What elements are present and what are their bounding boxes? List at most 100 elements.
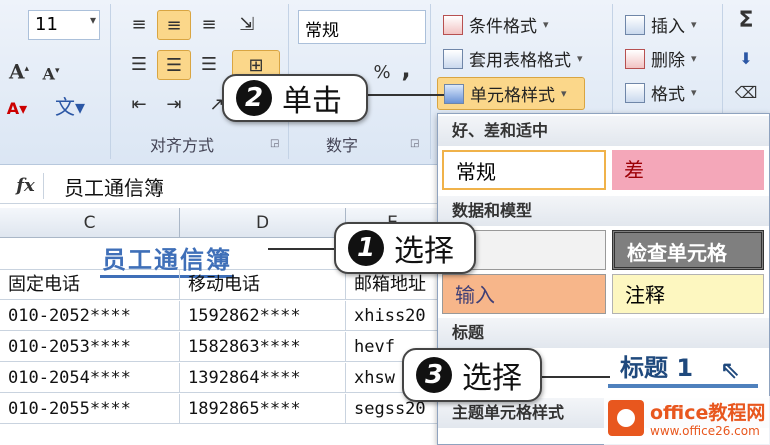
step-text: 选择	[394, 234, 454, 269]
insert-function-icon[interactable]: fx	[8, 173, 44, 199]
callout-leader-3	[536, 376, 610, 378]
style-normal[interactable]: 常规	[442, 150, 606, 190]
phonetic-icon[interactable]: 文▾	[50, 94, 90, 120]
header-cell[interactable]: 邮箱地址	[346, 270, 440, 300]
align-center-icon[interactable]: ☰	[157, 50, 191, 80]
group-label-number: 数字	[326, 136, 359, 155]
number-format-value: 常规	[305, 21, 339, 41]
mobile-cell[interactable]: 1592862****	[180, 301, 346, 331]
table-format-icon	[443, 48, 463, 69]
conditional-format-button[interactable]: 条件格式 ▾	[443, 12, 549, 37]
chevron-down-icon: ▾	[561, 87, 567, 100]
mobile-cell[interactable]: 1892865****	[180, 394, 346, 424]
conditional-format-icon	[443, 14, 463, 35]
font-size-value: 11	[35, 14, 58, 35]
callout-step-3: 3 选择	[402, 348, 542, 402]
wrap-text-icon[interactable]: ⇲	[230, 10, 264, 40]
chevron-down-icon[interactable]: ▾	[90, 13, 96, 27]
style-heading-1-label: 标题 1	[620, 354, 694, 382]
section-header-good-bad: 好、差和适中	[438, 116, 769, 146]
align-bottom-icon[interactable]: ≡	[192, 10, 226, 40]
comma-button[interactable]: ,	[396, 56, 416, 82]
step-badge: 1	[348, 230, 384, 266]
font-color-icon[interactable]: A▾	[2, 96, 32, 122]
clear-icon[interactable]: ⌫	[734, 80, 758, 106]
chevron-down-icon: ▾	[577, 52, 583, 65]
step-badge: 3	[416, 357, 452, 393]
step-text: 选择	[462, 361, 522, 396]
table-row: 固定电话 移动电话 邮箱地址	[0, 270, 440, 300]
callout-step-2: 2 单击	[222, 74, 368, 122]
delete-button[interactable]: 删除 ▾	[625, 46, 697, 71]
align-top-icon[interactable]: ≡	[122, 10, 156, 40]
decrease-indent-icon[interactable]: ⇤	[122, 90, 156, 120]
mobile-cell[interactable]: 1582863****	[180, 332, 346, 362]
number-format-box[interactable]: 常规	[298, 10, 426, 44]
group-label-alignment: 对齐方式	[150, 136, 215, 155]
section-header-titles: 标题	[438, 318, 769, 348]
chevron-down-icon: ▾	[691, 18, 697, 31]
fill-icon[interactable]: ⬇	[734, 46, 758, 72]
style-heading-1[interactable]: 标题 1 ⇖	[608, 348, 758, 388]
watermark-url: www.office26.com	[650, 424, 760, 438]
step-text: 单击	[282, 84, 342, 119]
header-cell[interactable]: 移动电话	[180, 270, 346, 300]
callout-leader-2	[362, 94, 444, 96]
align-right-icon[interactable]: ☰	[192, 50, 226, 80]
percent-button[interactable]: %	[372, 60, 392, 86]
cell-styles-icon	[444, 83, 464, 104]
align-left-icon[interactable]: ☰	[122, 50, 156, 80]
column-header-c[interactable]: C	[0, 208, 180, 238]
chevron-down-icon: ▾	[543, 18, 549, 31]
column-header-d[interactable]: D	[180, 208, 346, 238]
shrink-font-icon[interactable]: A▾	[38, 58, 64, 87]
watermark: office教程网 www.office26.com	[604, 396, 770, 445]
increase-indent-icon[interactable]: ⇥	[157, 90, 191, 120]
table-row: 010-2052**** 1592862**** xhiss20	[0, 301, 440, 331]
table-format-button[interactable]: 套用表格格式 ▾	[443, 46, 583, 71]
callout-step-1: 1 选择	[334, 222, 476, 274]
office-logo-icon	[608, 400, 644, 436]
format-button[interactable]: 格式 ▾	[625, 80, 697, 105]
style-check-cell[interactable]: 检查单元格	[612, 230, 764, 270]
formula-input[interactable]: 员工通信簿	[64, 172, 164, 201]
email-cell[interactable]: xhiss20	[346, 301, 440, 331]
cell-styles-label: 单元格样式	[470, 86, 555, 106]
delete-label: 删除	[651, 51, 685, 71]
format-label: 格式	[651, 85, 685, 105]
format-icon	[625, 82, 645, 103]
cursor-arrow-icon: ⇖	[720, 356, 741, 384]
header-cell[interactable]: 固定电话	[0, 270, 180, 300]
font-size-box[interactable]: 11 ▾	[28, 10, 100, 40]
table-row: 010-2055**** 1892865**** segss20	[0, 394, 440, 424]
phone-cell[interactable]: 010-2054****	[0, 363, 180, 393]
align-middle-icon[interactable]: ≡	[157, 10, 191, 40]
table-row: 010-2053**** 1582863**** hevf	[0, 332, 440, 362]
insert-label: 插入	[651, 17, 685, 37]
formula-bar: fx 员工通信簿	[0, 168, 440, 204]
dialog-launcher-icon[interactable]: ◲	[410, 138, 419, 149]
insert-icon	[625, 14, 645, 35]
watermark-name: office教程网	[650, 402, 766, 424]
style-note[interactable]: 注释	[612, 274, 764, 314]
autosum-icon[interactable]: Σ	[734, 8, 758, 34]
delete-icon	[625, 48, 645, 69]
phone-cell[interactable]: 010-2052****	[0, 301, 180, 331]
insert-button[interactable]: 插入 ▾	[625, 12, 697, 37]
mobile-cell[interactable]: 1392864****	[180, 363, 346, 393]
step-badge: 2	[236, 80, 272, 116]
table-row: 010-2054**** 1392864**** xhsw	[0, 363, 440, 393]
cell-styles-button[interactable]: 单元格样式 ▾	[437, 77, 585, 110]
section-header-data-model: 数据和模型	[438, 196, 769, 226]
style-input[interactable]: 输入	[442, 274, 606, 314]
phone-cell[interactable]: 010-2053****	[0, 332, 180, 362]
phone-cell[interactable]: 010-2055****	[0, 394, 180, 424]
dialog-launcher-icon[interactable]: ◲	[270, 138, 279, 149]
style-bad[interactable]: 差	[612, 150, 764, 190]
table-format-label: 套用表格格式	[469, 51, 571, 71]
grow-font-icon[interactable]: A▴	[6, 56, 32, 85]
callout-leader-1	[268, 248, 340, 250]
conditional-format-label: 条件格式	[469, 17, 537, 37]
chevron-down-icon: ▾	[691, 52, 697, 65]
chevron-down-icon: ▾	[691, 86, 697, 99]
